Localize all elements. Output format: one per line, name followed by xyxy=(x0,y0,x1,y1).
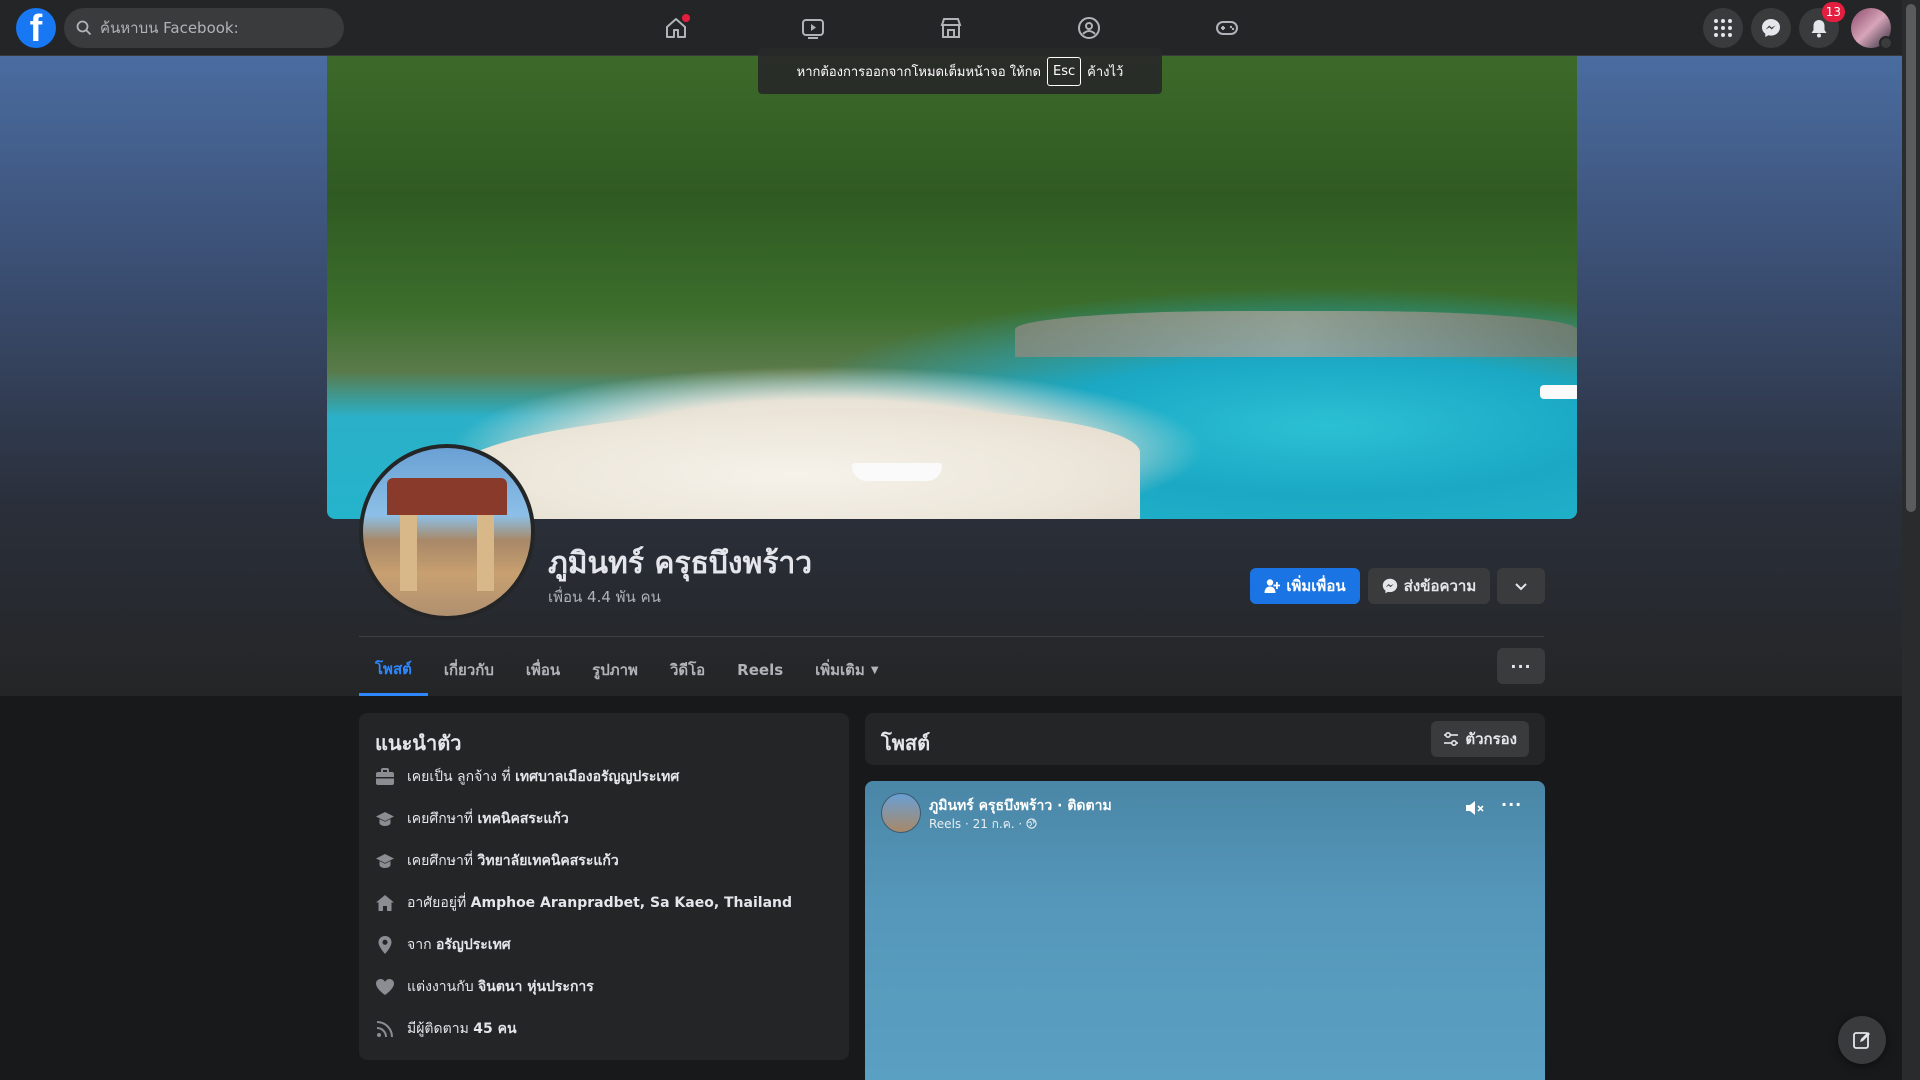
header-divider xyxy=(359,636,1544,637)
intro-item-label: แต่งงานกับ จินตนา หุ่นประการ xyxy=(407,979,594,995)
post-meta-text: Reels · 21 ก.ค. · xyxy=(929,817,1023,831)
intro-item-from: จาก อรัญประเทศ xyxy=(375,934,511,956)
tab-about[interactable]: เกี่ยวกับ xyxy=(428,644,510,696)
chevron-down-icon xyxy=(1879,36,1893,50)
profile-name: ภูมินทร์ ครุธบึงพร้าว xyxy=(548,546,813,581)
intro-item-label: เคยศึกษาที่ เทคนิคสระแก้ว xyxy=(407,811,569,827)
graduation-cap-icon xyxy=(375,809,395,829)
new-message-button[interactable] xyxy=(1838,1016,1886,1064)
home-nav-button[interactable] xyxy=(660,12,692,44)
add-friend-label: เพิ่มเพื่อน xyxy=(1286,577,1346,595)
messenger-button[interactable] xyxy=(1751,8,1791,48)
profile-tabs: โพสต์ เกี่ยวกับ เพื่อน รูปภาพ วิดีโอ Ree… xyxy=(359,644,895,696)
intro-item-education-1: เคยศึกษาที่ เทคนิคสระแก้ว xyxy=(375,808,569,830)
toast-text-after: ค้างไว้ xyxy=(1087,64,1124,80)
heart-icon xyxy=(375,977,395,997)
profile-options-dropdown[interactable] xyxy=(1497,568,1545,604)
cover-beach xyxy=(452,407,1140,519)
home-notification-dot xyxy=(682,14,690,22)
marketplace-icon xyxy=(940,18,962,38)
search-icon xyxy=(76,20,92,36)
posts-title: โพสต์ xyxy=(881,731,931,755)
graduation-cap-icon xyxy=(375,851,395,871)
globe-icon xyxy=(1026,818,1037,829)
chevron-down-icon xyxy=(1515,583,1527,591)
account-avatar[interactable] xyxy=(1851,8,1893,50)
intro-item-education-2: เคยศึกษาที่ วิทยาลัยเทคนิคสระแก้ว xyxy=(375,850,619,872)
cover-photo[interactable] xyxy=(327,56,1577,519)
profile-pic-pillar-right xyxy=(477,515,495,591)
tab-videos[interactable]: วิดีโอ xyxy=(654,644,721,696)
intro-item-followers: มีผู้ติดตาม 45 คน xyxy=(375,1018,517,1040)
compose-icon xyxy=(1853,1032,1870,1049)
gaming-icon xyxy=(1216,21,1238,35)
tab-friends[interactable]: เพื่อน xyxy=(510,644,576,696)
toast-text-before: หากต้องการออกจากโหมดเต็มหน้าจอ ให้กด xyxy=(796,64,1041,80)
messenger-icon xyxy=(1382,578,1397,594)
filter-button[interactable]: ตัวกรอง xyxy=(1431,721,1529,757)
filter-sliders-icon xyxy=(1444,731,1459,747)
intro-item-label: เคยเป็น ลูกจ้าง ที่ เทศบาลเมืองอรัญญประเ… xyxy=(407,769,680,785)
search-input[interactable] xyxy=(100,19,320,37)
filter-label: ตัวกรอง xyxy=(1465,730,1517,748)
intro-item-lives-in: อาศัยอยู่ที่ Amphoe Aranpradbet, Sa Kaeo… xyxy=(375,892,792,914)
intro-item-label: เคยศึกษาที่ วิทยาลัยเทคนิคสระแก้ว xyxy=(407,853,619,869)
esc-key-label: Esc xyxy=(1047,56,1082,86)
rss-icon xyxy=(375,1019,395,1039)
caret-down-icon: ▼ xyxy=(870,664,879,676)
tab-more-label: เพิ่มเติม xyxy=(815,661,865,679)
speaker-muted-icon xyxy=(1466,801,1484,815)
grid-menu-icon xyxy=(1714,19,1732,37)
intro-item-label: อาศัยอยู่ที่ Amphoe Aranpradbet, Sa Kaeo… xyxy=(407,895,793,911)
send-message-button[interactable]: ส่งข้อความ xyxy=(1368,568,1490,604)
intro-item-relationship: แต่งงานกับ จินตนา หุ่นประการ xyxy=(375,976,594,998)
tab-reels[interactable]: Reels xyxy=(721,644,799,696)
cover-rocks xyxy=(1014,310,1577,357)
groups-nav-button[interactable] xyxy=(1073,12,1105,44)
scrollbar-thumb[interactable] xyxy=(1906,4,1916,512)
watch-nav-button[interactable] xyxy=(797,12,829,44)
posts-header-card: โพสต์ ตัวกรอง xyxy=(865,713,1545,765)
groups-icon xyxy=(1078,17,1100,39)
bell-icon xyxy=(1811,20,1827,38)
add-friend-button[interactable]: เพิ่มเพื่อน xyxy=(1250,568,1360,604)
tab-photos[interactable]: รูปภาพ xyxy=(576,644,654,696)
messenger-icon xyxy=(1762,19,1780,37)
post-author-avatar[interactable] xyxy=(881,793,921,833)
home-icon xyxy=(375,893,395,913)
search-box[interactable] xyxy=(64,8,344,48)
gaming-nav-button[interactable] xyxy=(1211,12,1243,44)
video-icon xyxy=(802,19,824,39)
location-pin-icon xyxy=(375,935,395,955)
fullscreen-exit-hint: หากต้องการออกจากโหมดเต็มหน้าจอ ให้กด Esc… xyxy=(758,48,1162,94)
profile-pic-arch xyxy=(386,478,508,516)
facebook-logo-icon[interactable]: f xyxy=(16,8,56,48)
page-scrollbar[interactable] xyxy=(1902,0,1920,1080)
more-options-button[interactable]: ··· xyxy=(1497,648,1545,684)
intro-card: แนะนำตัว เคยเป็น ลูกจ้าง ที่ เทศบาลเมือง… xyxy=(359,713,849,1060)
profile-picture[interactable] xyxy=(359,444,535,620)
tab-posts[interactable]: โพสต์ xyxy=(359,644,428,696)
menu-button[interactable] xyxy=(1703,8,1743,48)
friends-count[interactable]: เพื่อน 4.4 พัน คน xyxy=(548,585,661,609)
intro-item-label: มีผู้ติดตาม 45 คน xyxy=(407,1021,517,1037)
profile-pic-pillar-left xyxy=(399,515,417,591)
briefcase-icon xyxy=(375,767,395,787)
add-friend-icon xyxy=(1264,579,1281,593)
notifications-button[interactable]: 13 xyxy=(1799,2,1845,48)
post-options-button[interactable]: ··· xyxy=(1501,795,1522,814)
intro-item-work: เคยเป็น ลูกจ้าง ที่ เทศบาลเมืองอรัญญประเ… xyxy=(375,766,679,788)
cover-boat xyxy=(852,463,942,482)
cover-boat-small xyxy=(1539,384,1577,399)
reel-post[interactable]: ภูมินทร์ ครุธบึงพร้าว · ติดตาม Reels · 2… xyxy=(865,781,1545,1080)
mute-button[interactable] xyxy=(1465,799,1487,821)
tab-more[interactable]: เพิ่มเติม ▼ xyxy=(799,644,894,696)
post-author-name[interactable]: ภูมินทร์ ครุธบึงพร้าว · ติดตาม xyxy=(929,795,1112,817)
send-message-label: ส่งข้อความ xyxy=(1403,577,1477,595)
marketplace-nav-button[interactable] xyxy=(935,12,967,44)
notification-count-badge: 13 xyxy=(1821,2,1845,22)
intro-item-label: จาก อรัญประเทศ xyxy=(407,937,511,953)
post-meta: Reels · 21 ก.ค. · xyxy=(929,815,1037,834)
intro-title: แนะนำตัว xyxy=(375,731,462,755)
